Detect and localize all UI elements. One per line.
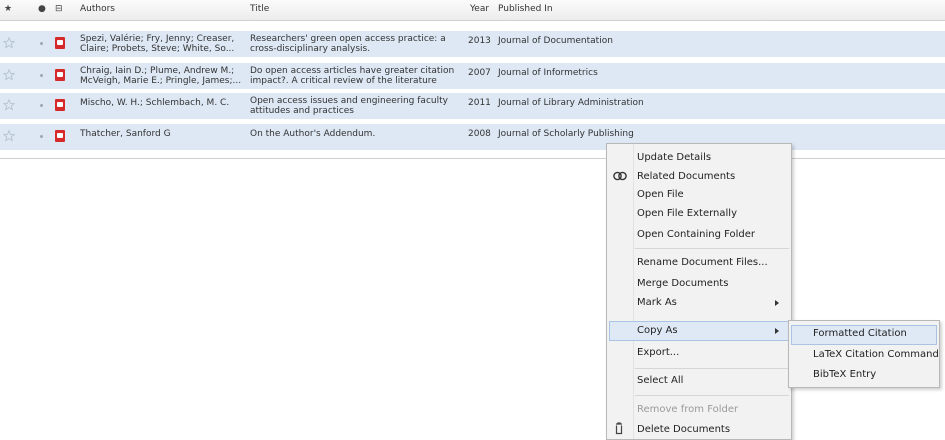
title-column-header[interactable]: Title [250, 4, 269, 14]
table-bottom-border [0, 158, 945, 159]
table-row[interactable]: Chraig, Iain D.; Plume, Andrew M.; McVeig… [0, 63, 945, 90]
menu-separator [635, 248, 789, 249]
title-cell: Open access issues and engineering facul… [250, 96, 448, 116]
read-status-icon[interactable] [40, 135, 43, 138]
year-cell: 2008 [468, 129, 491, 139]
favorite-column-header[interactable]: ★ [4, 4, 12, 14]
pdf-icon[interactable] [55, 69, 65, 81]
authors-cell: Spezi, Valérie; Fry, Jenny; Creaser, Clai… [80, 34, 235, 54]
menu-item-rename-document-files[interactable]: Rename Document Files... [637, 257, 768, 268]
favorite-star-icon[interactable] [3, 37, 15, 49]
favorite-star-icon[interactable] [3, 99, 15, 111]
pdf-icon[interactable] [55, 99, 65, 111]
menu-separator [635, 395, 789, 396]
menu-item-mark-as[interactable]: Mark As [637, 297, 677, 308]
published-in-cell: Journal of Scholarly Publishing [498, 129, 634, 139]
menu-item-remove-from-folder[interactable]: Remove from Folder [637, 404, 738, 415]
submenu-item-formatted-citation[interactable]: Formatted Citation [813, 328, 907, 339]
menu-item-related-documents[interactable]: Related Documents [637, 171, 735, 182]
attachment-column-header[interactable]: ⊟ [55, 4, 63, 14]
year-cell: 2013 [468, 36, 491, 46]
menu-item-delete-documents[interactable]: Delete Documents [637, 424, 730, 435]
table-row[interactable]: Mischo, W. H.; Schlembach, M. C. Open ac… [0, 93, 945, 120]
menu-item-copy-as[interactable]: Copy As [637, 325, 678, 336]
menu-item-select-all[interactable]: Select All [637, 375, 683, 386]
related-documents-icon [613, 171, 627, 181]
published-in-cell: Journal of Informetrics [498, 68, 598, 78]
submenu-item-bibtex-entry[interactable]: BibTeX Entry [813, 369, 876, 380]
menu-item-merge-documents[interactable]: Merge Documents [637, 278, 728, 289]
menu-item-highlight [609, 321, 789, 341]
title-cell: Researchers' green open access practice:… [250, 34, 446, 54]
menu-item-export[interactable]: Export... [637, 347, 679, 358]
table-row[interactable]: Spezi, Valérie; Fry, Jenny; Creaser, Clai… [0, 31, 945, 58]
context-menu: Update Details Related Documents Open Fi… [606, 143, 792, 440]
authors-cell: Thatcher, Sanford G [80, 129, 171, 139]
published-in-column-header[interactable]: Published In [498, 4, 553, 14]
copy-as-submenu: Formatted Citation LaTeX Citation Comman… [788, 320, 940, 388]
authors-cell: Mischo, W. H.; Schlembach, M. C. [80, 98, 230, 108]
favorite-star-icon[interactable] [3, 69, 15, 81]
table-row[interactable]: Thatcher, Sanford G On the Author's Adde… [0, 124, 945, 151]
menu-icon-gutter [607, 144, 634, 439]
year-cell: 2011 [468, 98, 491, 108]
published-in-cell: Journal of Library Administration [498, 98, 644, 108]
read-status-icon[interactable] [40, 104, 43, 107]
year-cell: 2007 [468, 68, 491, 78]
menu-item-open-containing-folder[interactable]: Open Containing Folder [637, 229, 755, 240]
published-in-cell: Journal of Documentation [498, 36, 613, 46]
pdf-icon[interactable] [55, 37, 65, 49]
read-status-icon[interactable] [40, 74, 43, 77]
year-column-header[interactable]: Year [470, 4, 489, 14]
read-status-icon[interactable] [40, 42, 43, 45]
title-cell: Do open access articles have greater cit… [250, 66, 455, 86]
favorite-star-icon[interactable] [3, 130, 15, 142]
authors-column-header[interactable]: Authors [80, 4, 115, 14]
title-cell: On the Author's Addendum. [250, 129, 376, 139]
pdf-icon[interactable] [55, 130, 65, 142]
menu-separator [635, 368, 789, 369]
menu-item-open-file[interactable]: Open File [637, 189, 684, 200]
read-status-column-header[interactable]: ● [38, 4, 46, 14]
menu-item-open-file-externally[interactable]: Open File Externally [637, 208, 737, 219]
menu-item-update-details[interactable]: Update Details [637, 152, 711, 163]
submenu-arrow-icon [775, 300, 779, 306]
authors-cell: Chraig, Iain D.; Plume, Andrew M.; McVeig… [80, 66, 242, 86]
submenu-arrow-icon [775, 328, 779, 334]
table-header: ★ ● ⊟ Authors Title Year Published In [0, 0, 945, 21]
delete-icon [615, 422, 623, 435]
submenu-item-latex-citation-command[interactable]: LaTeX Citation Command [813, 349, 939, 360]
